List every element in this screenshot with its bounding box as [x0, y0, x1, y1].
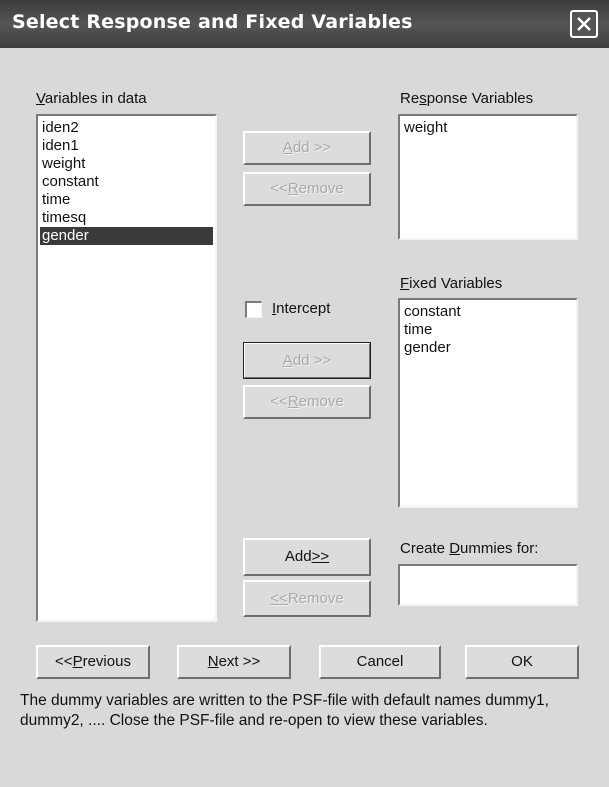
dummies-add-button[interactable]: Add >>	[243, 538, 371, 576]
close-button[interactable]	[570, 10, 598, 38]
list-item[interactable]: time	[402, 321, 574, 339]
response-remove-button[interactable]: << Remove	[243, 172, 371, 206]
list-item[interactable]: iden1	[40, 137, 213, 155]
previous-button[interactable]: << Previous	[36, 645, 150, 679]
fixed-variables-list[interactable]: constant time gender	[398, 298, 578, 508]
window-title: Select Response and Fixed Variables	[12, 11, 413, 33]
dummies-value	[402, 569, 574, 587]
create-dummies-label: Create Dummies for:	[400, 540, 539, 557]
dummies-remove-button[interactable]: << Remove	[243, 580, 371, 617]
next-button[interactable]: Next >>	[177, 645, 291, 679]
variables-in-data-list[interactable]: iden2 iden1 weight constant time timesq …	[36, 114, 217, 622]
title-bar: Select Response and Fixed Variables	[0, 0, 609, 48]
list-item[interactable]: constant	[40, 173, 213, 191]
response-add-button[interactable]: Add >>	[243, 131, 371, 165]
list-item[interactable]: timesq	[40, 209, 213, 227]
fixed-remove-button[interactable]: << Remove	[243, 385, 371, 419]
list-item[interactable]: iden2	[40, 119, 213, 137]
create-dummies-field[interactable]	[398, 564, 578, 606]
intercept-label[interactable]: Intercept	[272, 300, 330, 317]
list-item[interactable]: weight	[402, 119, 574, 137]
intercept-checkbox[interactable]	[245, 301, 262, 318]
response-variables-list[interactable]: weight	[398, 114, 578, 240]
response-variables-label: Response Variables	[400, 90, 534, 107]
close-icon	[577, 17, 591, 31]
footer-note: The dummy variables are written to the P…	[20, 692, 549, 729]
list-item[interactable]: time	[40, 191, 213, 209]
list-item[interactable]: constant	[402, 303, 574, 321]
variables-in-data-label: Variables in data	[36, 90, 147, 107]
fixed-add-button[interactable]: Add >>	[243, 342, 371, 379]
list-item[interactable]: gender	[402, 339, 574, 357]
list-item[interactable]: weight	[40, 155, 213, 173]
cancel-button[interactable]: Cancel	[319, 645, 441, 679]
list-item-selected[interactable]: gender	[40, 227, 213, 245]
ok-button[interactable]: OK	[465, 645, 579, 679]
fixed-variables-label: Fixed Variables	[400, 275, 503, 292]
